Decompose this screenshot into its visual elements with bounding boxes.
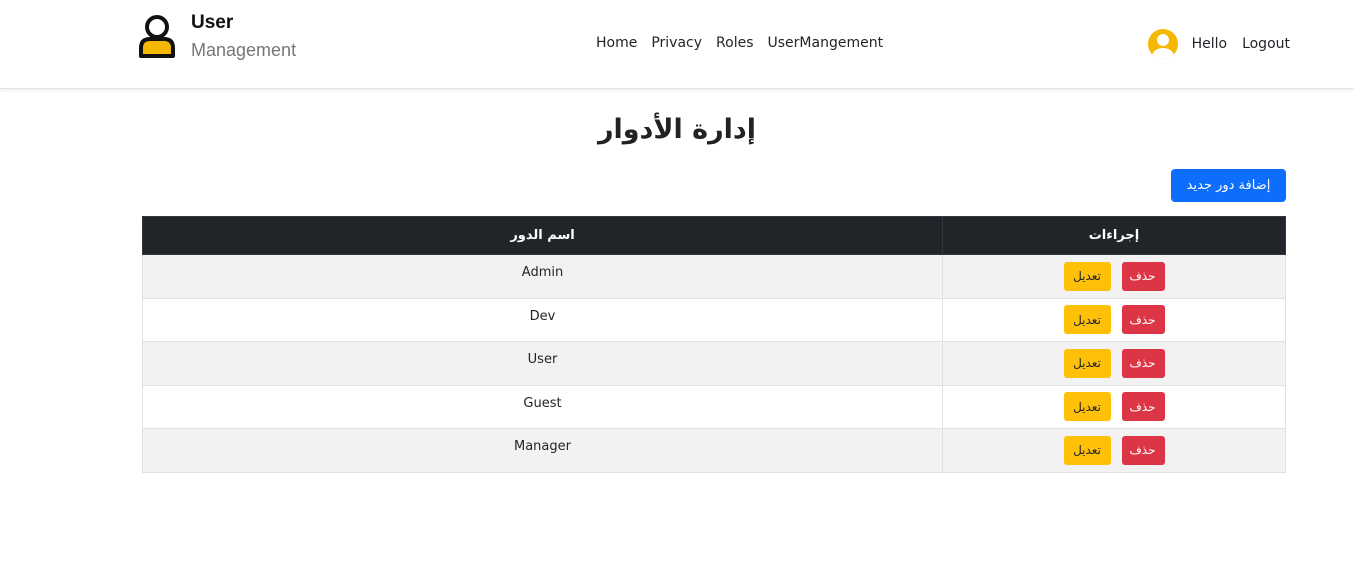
greeting-text: Hello [1191, 36, 1228, 52]
brand-text: User Management [191, 12, 296, 61]
avatar-body [1151, 48, 1174, 59]
table-row: Guest تعديل حذف [142, 384, 1286, 429]
table-row: Admin تعديل حذف [142, 254, 1286, 299]
delete-button[interactable]: حذف [1121, 348, 1165, 378]
page-title: إدارة الأدوار [597, 114, 757, 145]
user-menu: Hello Logout [1147, 29, 1290, 59]
table-header-row: اسم الدور إجراءات [142, 216, 1286, 255]
edit-button[interactable]: تعديل [1063, 435, 1111, 465]
actions-cell: تعديل حذف [942, 297, 1286, 342]
role-name-cell: Dev [142, 297, 943, 342]
brand-link[interactable]: User Management [138, 12, 296, 61]
nav-user-management-link[interactable]: UserMangement [768, 34, 884, 52]
delete-button[interactable]: حذف [1121, 261, 1165, 291]
actions-cell: تعديل حذف [942, 428, 1286, 473]
avatar-icon[interactable] [1147, 29, 1178, 59]
role-name-cell: User [142, 341, 943, 386]
nav-roles-link[interactable]: Roles [716, 34, 753, 52]
actions-cell: تعديل حذف [942, 384, 1286, 429]
main-nav: Home Privacy Roles UserMangement [596, 34, 883, 52]
role-name-cell: Manager [142, 428, 943, 473]
brand-subtitle: Management [191, 40, 297, 60]
edit-button[interactable]: تعديل [1063, 348, 1111, 378]
delete-button[interactable]: حذف [1121, 435, 1165, 465]
roles-table: اسم الدور إجراءات Admin تعديل حذف Dev تع… [142, 216, 1286, 473]
delete-button[interactable]: حذف [1121, 305, 1165, 335]
logout-link[interactable]: Logout [1242, 36, 1290, 52]
avatar-head [1156, 34, 1169, 46]
nav-privacy-link[interactable]: Privacy [651, 34, 702, 52]
role-name-header: اسم الدور [142, 216, 943, 255]
delete-button[interactable]: حذف [1121, 392, 1165, 422]
edit-button[interactable]: تعديل [1063, 305, 1111, 335]
edit-button[interactable]: تعديل [1063, 261, 1111, 291]
add-role-button[interactable]: إضافة دور جديد [1171, 169, 1286, 202]
table-row: User تعديل حذف [142, 341, 1286, 386]
role-name-cell: Guest [142, 384, 943, 429]
role-name-cell: Admin [142, 254, 943, 299]
nav-home-link[interactable]: Home [596, 34, 637, 52]
actions-cell: تعديل حذف [942, 341, 1286, 386]
user-logo-icon [139, 15, 175, 58]
edit-button[interactable]: تعديل [1063, 392, 1111, 422]
actions-cell: تعديل حذف [942, 254, 1286, 299]
brand-title: User [191, 12, 234, 33]
table-row: Dev تعديل حذف [142, 297, 1286, 342]
actions-header: إجراءات [942, 216, 1286, 255]
table-row: Manager تعديل حذف [142, 428, 1286, 473]
top-navbar: User Management Home Privacy Roles UserM… [0, 0, 1354, 89]
